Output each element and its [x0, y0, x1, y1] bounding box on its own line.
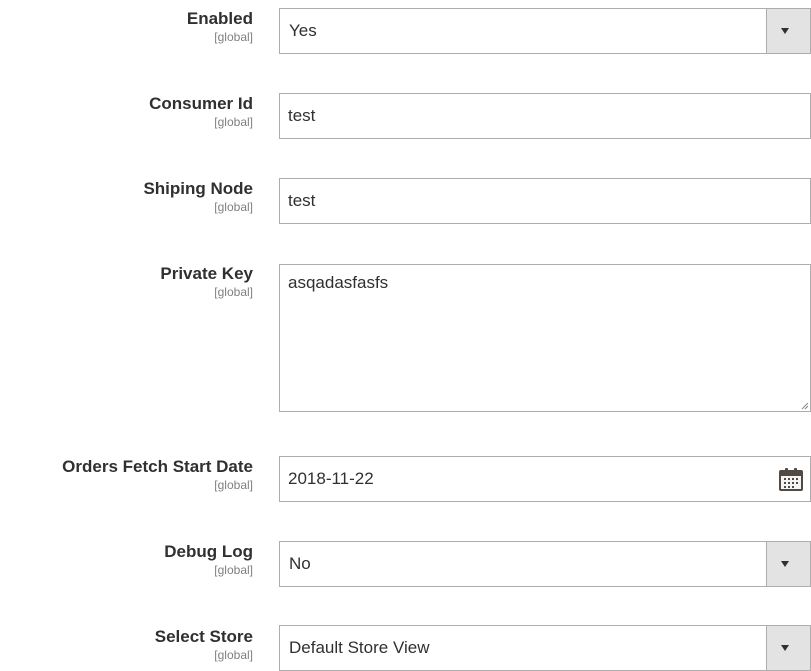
field-label: Debug Log [164, 542, 253, 561]
scope-label: [global] [214, 563, 253, 577]
orders-fetch-start-date-input[interactable]: 2018-11-22 [279, 456, 811, 502]
input-value: test [288, 191, 316, 210]
scope-label: [global] [214, 648, 253, 662]
select-store-select[interactable]: Default Store View [279, 625, 811, 671]
calendar-icon[interactable] [778, 466, 804, 492]
field-label-group: Private Key [global] [0, 264, 253, 300]
chevron-down-icon [781, 645, 789, 651]
field-label: Private Key [160, 264, 253, 283]
field-label-group: Select Store [global] [0, 627, 253, 663]
shipping-node-input[interactable]: test [279, 178, 811, 224]
field-label-group: Orders Fetch Start Date [global] [0, 457, 253, 493]
chevron-down-icon [781, 561, 789, 567]
debug-log-select[interactable]: No [279, 541, 811, 587]
field-label-group: Enabled [global] [0, 9, 253, 45]
input-value: test [288, 106, 316, 125]
private-key-textarea[interactable]: asqadasfasfs [279, 264, 811, 412]
field-label-group: Debug Log [global] [0, 542, 253, 578]
field-label: Select Store [154, 627, 253, 646]
enabled-select[interactable]: Yes [279, 8, 811, 54]
chevron-down-icon [781, 28, 789, 34]
selected-value: Default Store View [289, 638, 430, 657]
field-label: Consumer Id [149, 94, 253, 113]
selected-value: Yes [289, 21, 317, 40]
field-label: Shiping Node [143, 179, 253, 198]
field-label: Orders Fetch Start Date [62, 457, 253, 476]
scope-label: [global] [214, 115, 253, 129]
textarea-value: asqadasfasfs [288, 273, 389, 292]
scope-label: [global] [214, 200, 253, 214]
field-label-group: Shiping Node [global] [0, 179, 253, 215]
scope-label: [global] [214, 30, 253, 44]
consumer-id-input[interactable]: test [279, 93, 811, 139]
scope-label: [global] [214, 285, 253, 299]
field-label: Enabled [186, 9, 253, 28]
scope-label: [global] [214, 478, 253, 492]
select-toggle[interactable] [766, 9, 810, 53]
select-toggle[interactable] [766, 542, 810, 586]
select-toggle[interactable] [766, 626, 810, 670]
config-form: Enabled [global] Yes Consumer Id [global… [0, 0, 811, 671]
selected-value: No [289, 554, 311, 573]
input-value: 2018-11-22 [288, 469, 374, 488]
field-label-group: Consumer Id [global] [0, 94, 253, 130]
resize-handle-icon[interactable] [801, 402, 809, 410]
